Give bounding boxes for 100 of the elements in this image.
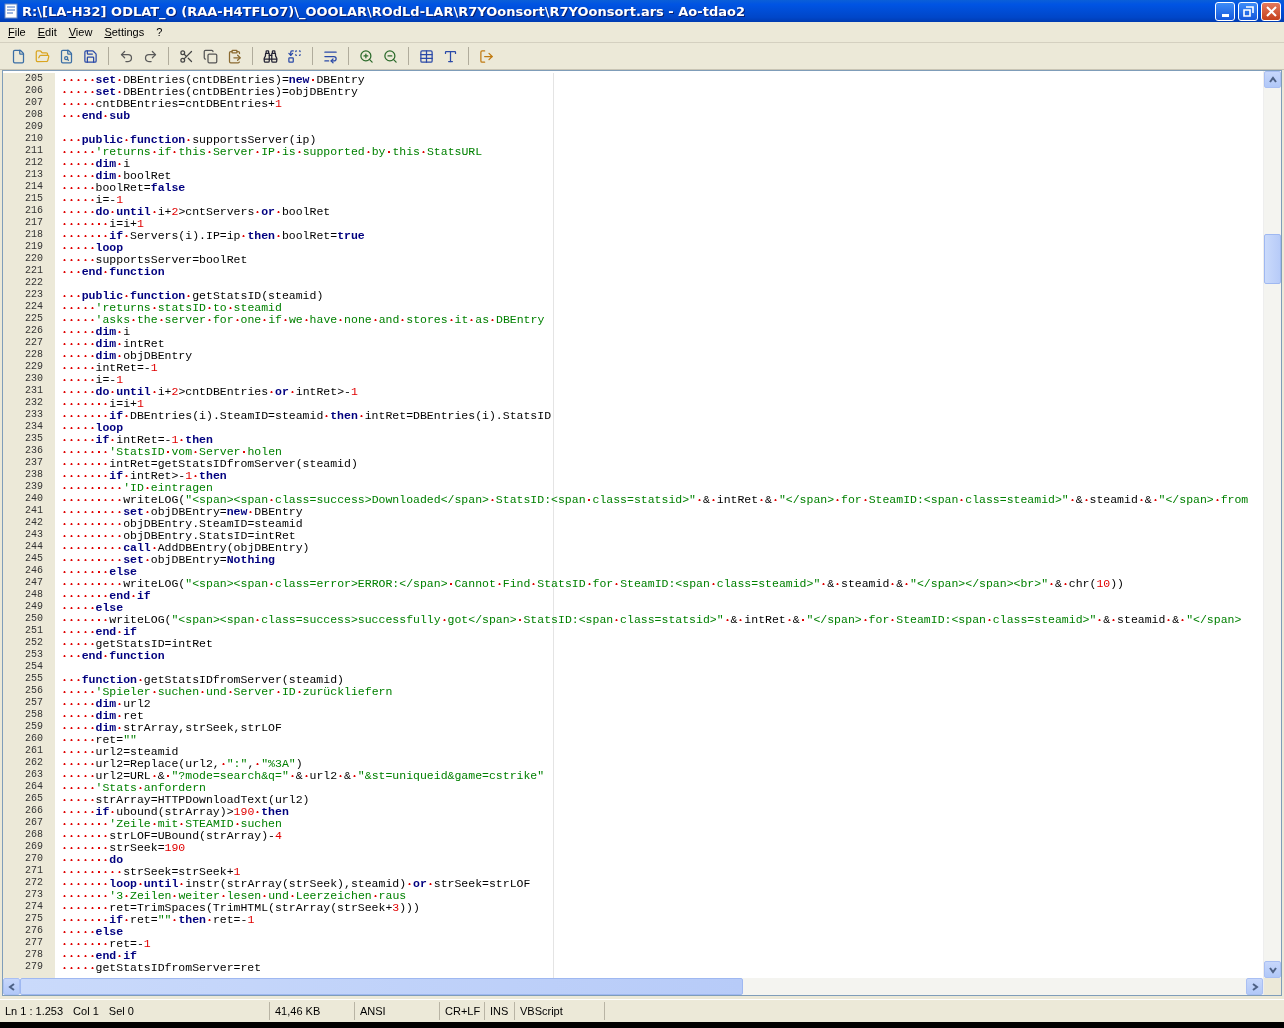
code-line: 'Zeile mit STEAMID suchen xyxy=(61,817,282,829)
code-line: dim boolRet xyxy=(61,169,172,181)
code-line: intRet=getStatsIDfromServer(steamid) xyxy=(61,457,358,469)
code-line: ret=-1 xyxy=(61,937,151,949)
line-number: 233 xyxy=(24,409,44,421)
line-number: 279 xyxy=(24,961,44,973)
line-number: 211 xyxy=(24,145,44,157)
code-line: ret="" xyxy=(61,733,137,745)
menu-item[interactable]: File xyxy=(2,26,32,38)
font-icon xyxy=(443,48,458,64)
code-line: end function xyxy=(61,649,165,661)
line-number: 277 xyxy=(24,937,44,949)
menu-item[interactable]: View xyxy=(62,26,99,38)
scroll-thumb[interactable] xyxy=(20,978,744,995)
notepad-icon xyxy=(3,3,19,19)
line-number: 209 xyxy=(24,121,44,133)
line-number: 240 xyxy=(24,493,44,505)
scroll-up-icon[interactable] xyxy=(1264,71,1281,88)
line-number: 247 xyxy=(24,577,44,589)
scrollbar-corner xyxy=(1264,978,1281,995)
line-number: 231 xyxy=(24,385,44,397)
code-line: dim ret xyxy=(61,709,144,721)
scroll-left-icon[interactable] xyxy=(3,978,20,995)
code-line: i=i+1 xyxy=(61,397,144,409)
line-number: 254 xyxy=(24,661,44,673)
restore-button[interactable] xyxy=(1238,1,1258,21)
code-line: do xyxy=(61,853,124,865)
menu-item[interactable]: Edit xyxy=(31,26,63,38)
code-line: if intRet>-1 then xyxy=(61,469,227,481)
line-number: 267 xyxy=(24,817,44,829)
code-line: dim intRet xyxy=(61,337,165,349)
code-line: strSeek=strSeek+1 xyxy=(61,865,241,877)
new-file-icon xyxy=(11,48,26,64)
code-line: strArray=HTTPDownloadText(url2) xyxy=(61,793,310,805)
horizontal-scrollbar[interactable] xyxy=(3,978,1263,995)
code-line: set DBEntries(cntDBEntries)=new DBEntry xyxy=(61,73,365,85)
code-line: end sub xyxy=(61,109,131,121)
line-number: 256 xyxy=(24,685,44,697)
code-line: cntDBEntries=cntDBEntries+1 xyxy=(61,97,282,109)
line-number: 251 xyxy=(24,625,44,637)
line-number: 246 xyxy=(24,565,44,577)
line-number: 213 xyxy=(24,169,44,181)
code-line: if Servers(i).IP=ip then boolRet=true xyxy=(61,229,365,241)
code-line: getStatsIDfromServer=ret xyxy=(61,961,262,973)
line-number: 215 xyxy=(24,193,44,205)
code-line: url2=URL & "?mode=search&q=" & url2 & "&st=uniqueid&game=cstrike" xyxy=(61,769,545,781)
line-number: 262 xyxy=(24,757,44,769)
line-number: 206 xyxy=(24,85,44,97)
code-line: loop xyxy=(61,241,124,253)
exit-icon xyxy=(479,48,494,64)
scroll-thumb[interactable] xyxy=(1264,234,1281,284)
line-number: 238 xyxy=(24,469,44,481)
line-number: 275 xyxy=(24,913,44,925)
code-line: end function xyxy=(61,265,165,277)
menu-item[interactable]: ? xyxy=(150,26,169,38)
code-line: objDBEntry.StatsID=intRet xyxy=(61,529,296,541)
code-line: objDBEntry.SteamID=steamid xyxy=(61,517,303,529)
code-line: url2=Replace(url2, ":", "%3A") xyxy=(61,757,303,769)
status-text: Col 1 xyxy=(73,1005,99,1017)
code-line: end if xyxy=(61,949,137,961)
minimize-icon xyxy=(1221,13,1229,17)
line-number: 212 xyxy=(24,157,44,169)
status-text: CR+LF xyxy=(445,1005,481,1017)
code-line: do until i+2>cntServers or boolRet xyxy=(61,205,331,217)
scroll-down-icon[interactable] xyxy=(1264,961,1281,978)
code-line: loop xyxy=(61,421,124,433)
line-number: 259 xyxy=(24,721,44,733)
close-icon xyxy=(1265,5,1277,17)
line-number: 222 xyxy=(24,277,44,289)
line-number: 263 xyxy=(24,769,44,781)
minimize-button[interactable] xyxy=(1215,1,1235,21)
code-line: ret=TrimSpaces(TrimHTML(strArray(strSeek+3))) xyxy=(61,901,420,913)
scroll-right-icon[interactable] xyxy=(1246,978,1263,995)
status-text: 41,46 KB xyxy=(275,1005,321,1017)
status-text: INS xyxy=(490,1005,509,1017)
menu-item[interactable]: Settings xyxy=(98,26,151,38)
undo-icon xyxy=(119,48,134,64)
code-line: 'ID eintragen xyxy=(61,481,213,493)
code-line: '3 Zeilen weiter lesen und Leerzeichen raus xyxy=(61,889,407,901)
code-line: public function getStatsID(steamid) xyxy=(61,289,324,301)
line-number: 216 xyxy=(24,205,44,217)
code-line: dim i xyxy=(61,157,131,169)
code-line: else xyxy=(61,601,124,613)
code-line: loop until instr(strArray(strSeek),steamid) or strSeek=strLOF xyxy=(61,877,531,889)
line-number: 252 xyxy=(24,637,44,649)
line-number: 253 xyxy=(24,649,44,661)
line-number: 234 xyxy=(24,421,44,433)
line-number: 274 xyxy=(24,901,44,913)
code-line: if ubound(strArray)>190 then xyxy=(61,805,289,817)
code-line: call AddDBEntry(objDBEntry) xyxy=(61,541,310,553)
close-button[interactable] xyxy=(1261,1,1281,21)
line-number: 237 xyxy=(24,457,44,469)
line-number: 255 xyxy=(24,673,44,685)
code-line: if ret="" then ret=-1 xyxy=(61,913,255,925)
save-icon xyxy=(83,48,98,64)
code-line: end if xyxy=(61,589,151,601)
code-line: end if xyxy=(61,625,137,637)
line-number: 269 xyxy=(24,841,44,853)
code-line: getStatsID=intRet xyxy=(61,637,213,649)
line-number: 210 xyxy=(24,133,44,145)
